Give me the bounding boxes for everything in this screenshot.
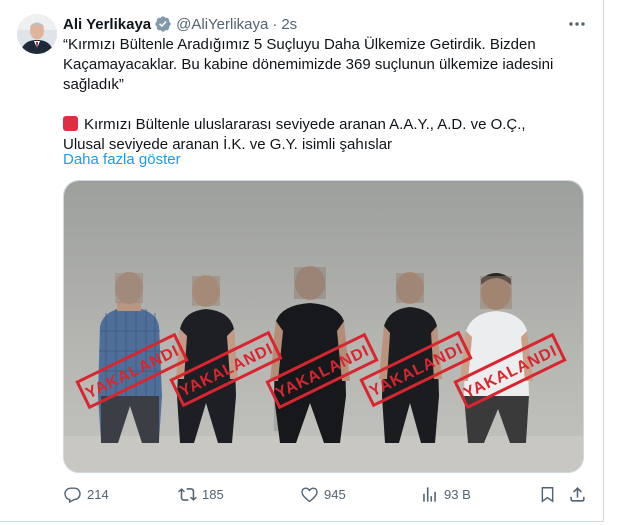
verified-badge-icon (154, 15, 172, 33)
red-square-icon (63, 116, 78, 131)
bookmark-button[interactable] (538, 484, 557, 504)
views-icon (423, 486, 436, 502)
views-button[interactable]: 93 B (420, 484, 471, 504)
tweet-time[interactable]: 2s (281, 16, 297, 33)
views-count: 93 B (444, 486, 471, 502)
tweet-page: Ali Yerlikaya @AliYerlikaya · 2s “Kırmız… (0, 0, 618, 525)
reply-icon (64, 486, 81, 503)
author-name[interactable]: Ali Yerlikaya (63, 16, 151, 33)
bookmark-icon (541, 486, 554, 503)
like-count: 945 (324, 486, 346, 502)
retweet-icon (178, 487, 197, 501)
action-bar: 214 185 945 93 B (63, 484, 591, 504)
reply-button[interactable]: 214 (63, 484, 109, 504)
share-button[interactable] (568, 484, 587, 504)
detail-line-1: Kırmızı Bültenle uluslararası seviyede a… (84, 116, 526, 133)
retweet-count: 185 (202, 486, 224, 502)
tweet-photo[interactable]: YAKALANDI YAKALANDI YAKALANDI YAKALANDI … (63, 180, 584, 473)
tweet-paragraph-detail: Kırmızı Bültenle uluslararası seviyede a… (63, 115, 563, 155)
show-more-link[interactable]: Daha fazla göster (63, 150, 181, 170)
like-button[interactable]: 945 (300, 484, 346, 504)
separator-dot: · (272, 15, 278, 33)
reply-count: 214 (87, 486, 109, 502)
tweet-paragraph-quote: “Kırmızı Bültenle Aradığımız 5 Suçluyu D… (63, 36, 554, 93)
retweet-button[interactable]: 185 (178, 484, 224, 504)
share-icon (570, 486, 585, 502)
avatar-image (17, 14, 57, 54)
avatar[interactable] (17, 14, 57, 54)
tweet-text: “Kırmızı Bültenle Aradığımız 5 Suçluyu D… (63, 35, 563, 155)
like-icon (301, 486, 318, 502)
photo-image: YAKALANDI YAKALANDI YAKALANDI YAKALANDI … (64, 181, 583, 472)
tweet-header: Ali Yerlikaya @AliYerlikaya · 2s (63, 14, 297, 34)
tweet-card[interactable]: Ali Yerlikaya @AliYerlikaya · 2s “Kırmız… (0, 0, 604, 522)
more-icon[interactable] (566, 14, 588, 34)
author-handle[interactable]: @AliYerlikaya (176, 16, 268, 33)
